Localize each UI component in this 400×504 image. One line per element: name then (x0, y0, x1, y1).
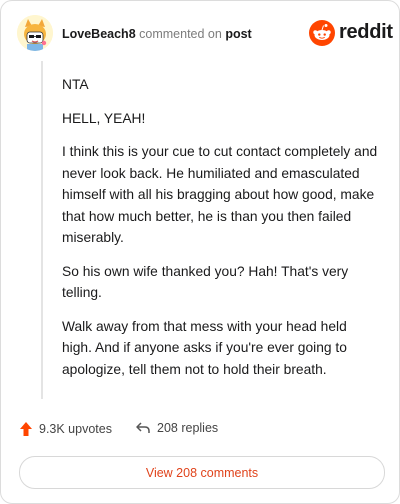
comment-body: NTA HELL, YEAH! I think this is your cue… (62, 74, 380, 392)
comment-paragraph: HELL, YEAH! (62, 110, 146, 126)
view-comments-button[interactable]: View 208 comments (19, 456, 385, 489)
username-link[interactable]: LoveBeach8 (62, 27, 136, 41)
comment-paragraph: NTA (62, 77, 89, 92)
comment-paragraph: So his own wife thanked you? Hah! That's… (62, 263, 349, 301)
thread-line[interactable] (41, 61, 43, 399)
reply-arrow-icon (136, 422, 150, 433)
reddit-logo[interactable]: reddit (309, 18, 393, 48)
avatar-illustration-icon (17, 15, 53, 51)
upvote-arrow-icon (20, 422, 32, 436)
action-text: commented on (139, 27, 222, 41)
reddit-snoo-icon (309, 20, 335, 46)
comment-paragraph: I think this is your cue to cut contact … (62, 144, 378, 245)
comment-paragraph: Walk away from that mess with your head … (62, 318, 347, 377)
replies-button[interactable]: 208 replies (135, 421, 218, 435)
reply-count: 208 replies (157, 421, 219, 435)
post-link[interactable]: post (225, 27, 251, 41)
comment-meta: LoveBeach8 commented on post (62, 27, 252, 41)
upvote-button[interactable]: 9.3K upvotes (19, 421, 112, 437)
comment-card: LoveBeach8 commented on post reddit NTA … (0, 0, 400, 504)
user-avatar[interactable] (17, 15, 53, 51)
upvote-count: 9.3K upvotes (39, 422, 112, 436)
comment-header: LoveBeach8 commented on post reddit (17, 15, 393, 55)
reddit-wordmark: reddit (339, 21, 393, 43)
